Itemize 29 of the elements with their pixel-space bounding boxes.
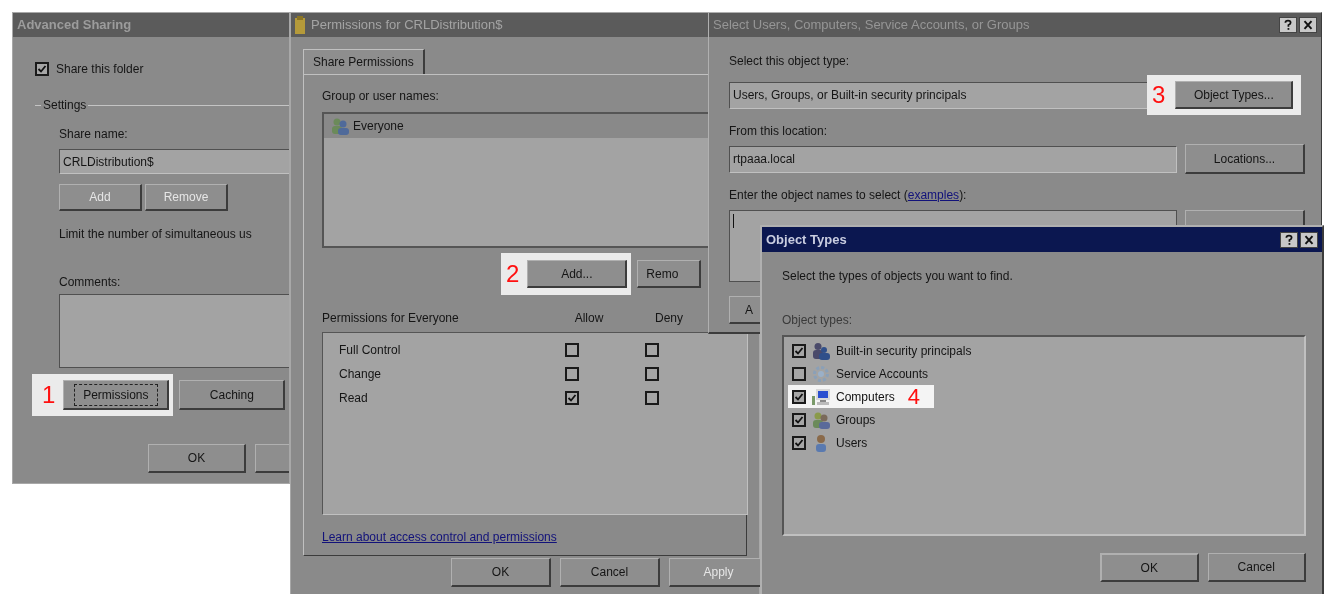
field-label: Select this object type: [729, 53, 851, 70]
permission-name: Change [339, 366, 383, 383]
column-header: Deny [654, 310, 684, 327]
window-title: Advanced Sharing [17, 16, 132, 35]
window-title: Permissions for CRLDistribution$ [311, 16, 503, 35]
callout-number: 2 [506, 262, 520, 286]
field-label: From this location: [729, 123, 829, 140]
list-item-label: Service Accounts [836, 365, 929, 383]
list-item-label: Computers [836, 388, 895, 406]
callout-number: 1 [42, 383, 56, 407]
checkbox-label: Share this folder [56, 61, 144, 78]
column-header: Allow [573, 310, 605, 327]
field-label: Comments: [59, 274, 122, 291]
instruction-text: Select the types of objects you want to find. [782, 268, 1014, 285]
permission-name: Read [339, 390, 369, 407]
field-label: Share name: [59, 126, 129, 143]
field-label: Limit the number of simultaneous us [59, 226, 253, 243]
list-item-label: Users [836, 434, 868, 452]
permission-name: Full Control [339, 342, 402, 359]
user-name: Everyone [353, 118, 404, 135]
callout-number: 4 [907, 385, 920, 408]
window-title: Select Users, Computers, Service Accounts, or Groups [713, 16, 1030, 35]
callout-number: 3 [1152, 83, 1166, 107]
field-label: Enter the object names to select (examples): [729, 187, 968, 204]
list-item-label: Groups [836, 411, 876, 429]
group-label: Settings [42, 97, 88, 114]
list-item-label: Built-in security principals [836, 342, 972, 360]
window-title: Object Types [766, 230, 847, 249]
field-label: Permissions for Everyone [322, 310, 460, 327]
